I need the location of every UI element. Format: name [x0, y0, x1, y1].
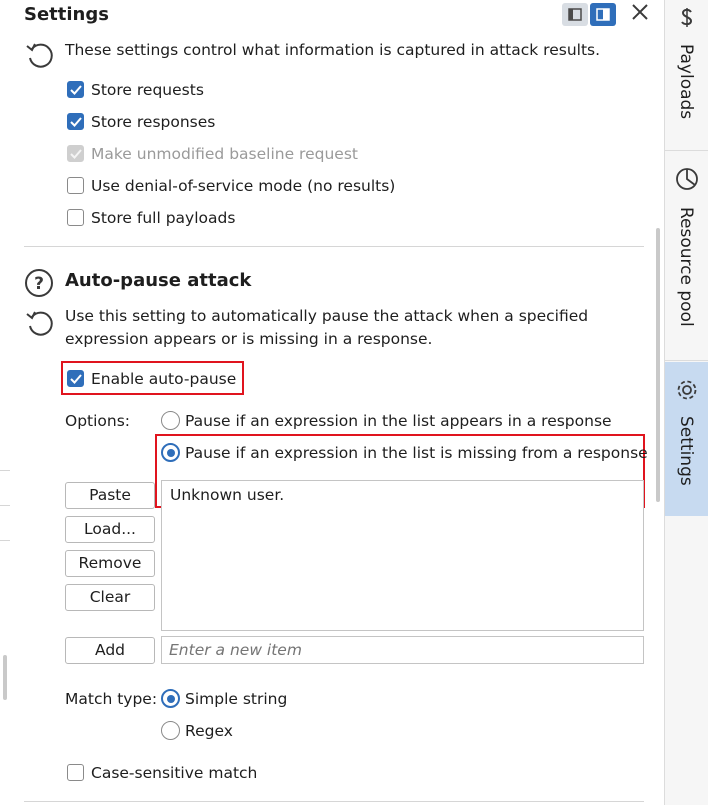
left-edge-divider: [0, 470, 10, 471]
reset-icon: [26, 43, 53, 68]
pie-chart-icon: [676, 168, 698, 190]
results-description: These settings control what information …: [65, 41, 601, 59]
autopause-description-line1: Use this setting to automatically pause …: [65, 307, 589, 325]
enable-autopause-label[interactable]: Enable auto-pause: [91, 370, 236, 388]
enable-autopause-checkbox[interactable]: [67, 370, 84, 387]
scrollbar-thumb[interactable]: [656, 228, 660, 502]
dos-mode-label[interactable]: Use denial-of-service mode (no results): [91, 177, 395, 195]
reset-autopause-button[interactable]: [24, 308, 54, 338]
case-sensitive-label[interactable]: Case-sensitive match: [91, 764, 257, 782]
tab-resource-pool[interactable]: Resource pool: [665, 158, 708, 358]
radio-missing-label[interactable]: Pause if an expression in the list is mi…: [185, 444, 648, 462]
close-button[interactable]: [630, 2, 650, 26]
radio-appears-label[interactable]: Pause if an expression in the list appea…: [185, 412, 612, 430]
panel-title: Settings: [24, 4, 109, 25]
svg-text:?: ?: [34, 274, 44, 294]
panel-header: Settings: [0, 0, 664, 33]
match-simple-label[interactable]: Simple string: [185, 690, 287, 708]
match-regex-radio[interactable]: [161, 721, 180, 740]
left-edge-scrollbar[interactable]: [3, 655, 7, 700]
dollar-icon: [681, 8, 693, 27]
autopause-description-line2: expression appears or is missing in a re…: [65, 330, 433, 348]
match-simple-radio[interactable]: [161, 689, 180, 708]
close-icon: [632, 4, 648, 20]
baseline-request-checkbox: [67, 145, 84, 162]
store-requests-label[interactable]: Store requests: [91, 81, 204, 99]
help-icon: ?: [25, 269, 53, 297]
store-responses-label[interactable]: Store responses: [91, 113, 215, 131]
paste-button[interactable]: Paste: [65, 482, 155, 509]
gear-icon: [677, 380, 697, 400]
section-divider: [24, 246, 644, 247]
tab-payloads[interactable]: Payloads: [665, 0, 708, 150]
reset-icon: [26, 311, 53, 336]
tab-settings[interactable]: Settings: [665, 362, 708, 516]
reset-results-button[interactable]: [24, 40, 54, 70]
check-icon: [70, 85, 82, 95]
match-regex-label[interactable]: Regex: [185, 722, 233, 740]
radio-missing[interactable]: [161, 443, 180, 462]
layout-collapsed-button[interactable]: [562, 3, 588, 26]
left-edge-divider: [0, 540, 10, 541]
section-divider: [24, 801, 644, 802]
dos-mode-checkbox[interactable]: [67, 177, 84, 194]
check-icon: [70, 149, 82, 159]
radio-appears[interactable]: [161, 411, 180, 430]
help-button[interactable]: ?: [24, 268, 54, 298]
tab-settings-label[interactable]: Settings: [676, 416, 696, 486]
add-button[interactable]: Add: [65, 637, 155, 664]
store-full-payloads-label[interactable]: Store full payloads: [91, 209, 235, 227]
settings-panel: Settings These settings control what inf…: [0, 0, 664, 805]
baseline-request-label: Make unmodified baseline request: [91, 145, 358, 163]
autopause-heading: Auto-pause attack: [65, 270, 252, 291]
check-icon: [70, 374, 82, 384]
side-tab-bar: Payloads Resource pool Settings: [664, 0, 708, 805]
tab-resource-pool-label[interactable]: Resource pool: [676, 207, 696, 327]
layout-expanded-button[interactable]: [590, 3, 616, 26]
store-responses-checkbox[interactable]: [67, 113, 84, 130]
layout-left-icon: [568, 8, 582, 21]
store-requests-checkbox[interactable]: [67, 81, 84, 98]
check-icon: [70, 117, 82, 127]
load-button[interactable]: Load...: [65, 516, 155, 543]
match-type-label: Match type:: [65, 690, 158, 708]
tab-divider: [665, 360, 708, 361]
layout-right-icon: [596, 8, 610, 21]
tab-divider: [665, 150, 708, 151]
clear-button[interactable]: Clear: [65, 584, 155, 611]
store-full-payloads-checkbox[interactable]: [67, 209, 84, 226]
remove-button[interactable]: Remove: [65, 550, 155, 577]
expression-list[interactable]: Unknown user.: [161, 480, 644, 631]
left-edge-divider: [0, 505, 10, 506]
options-label: Options:: [65, 412, 131, 430]
tab-payloads-label[interactable]: Payloads: [676, 44, 696, 119]
new-item-input[interactable]: [161, 636, 644, 664]
case-sensitive-checkbox[interactable]: [67, 764, 84, 781]
list-item[interactable]: Unknown user.: [170, 486, 284, 504]
